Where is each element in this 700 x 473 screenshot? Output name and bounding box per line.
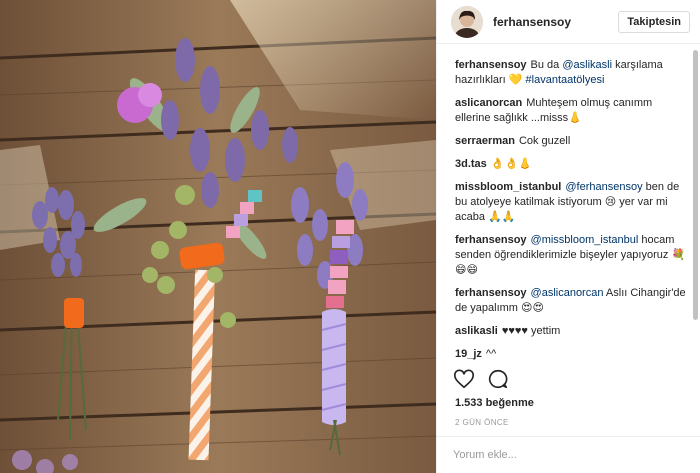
- comment-item: ferhansensoy @aslicanorcan Aslıı Cihangir…: [455, 286, 690, 316]
- scrollbar-thumb[interactable]: [693, 50, 698, 320]
- user-mention-link[interactable]: @ferhansensoy: [565, 181, 642, 193]
- user-mention-link[interactable]: @aslicanorcan: [531, 287, 604, 299]
- add-comment-bar: [437, 436, 700, 473]
- comments-scrollbar[interactable]: [693, 50, 698, 360]
- post-header: ferhansensoy Takiptesin: [437, 0, 700, 44]
- post-author-username[interactable]: ferhansensoy: [493, 15, 618, 29]
- lavender-bouquets-image: [0, 0, 436, 473]
- comment-text: ^^: [485, 348, 497, 360]
- comment-username[interactable]: serraerman: [455, 135, 515, 147]
- comments-list: ferhansensoy Bu da @aslikasli karşılama h…: [437, 58, 700, 366]
- post-side-panel: ferhansensoy Takiptesin ferhansensoy Bu d…: [436, 0, 700, 473]
- comment-username[interactable]: ferhansensoy: [455, 59, 527, 71]
- user-mention-link[interactable]: @aslikasli: [562, 59, 612, 71]
- comment-text: Cok guzell: [518, 135, 571, 147]
- comment-item: serraerman Cok guzell: [455, 134, 690, 149]
- comment-username[interactable]: aslikasli: [455, 325, 498, 337]
- comment-input[interactable]: [451, 448, 675, 462]
- comment-item: aslicanorcan Muhteşem olmuş canımm elleri…: [455, 96, 690, 126]
- comment-item: ferhansensoy Bu da @aslikasli karşılama h…: [455, 58, 690, 88]
- comment-text: 👌👌👃: [490, 158, 532, 170]
- post-actions: [453, 368, 509, 390]
- user-mention-link[interactable]: @missbloom_istanbul: [531, 234, 639, 246]
- comment-username[interactable]: aslicanorcan: [455, 97, 522, 109]
- comment-item: 3d.tas 👌👌👃: [455, 157, 690, 172]
- comment-username[interactable]: 19_jz: [455, 348, 482, 360]
- instagram-post: ferhansensoy Takiptesin ferhansensoy Bu d…: [0, 0, 700, 473]
- comment-text: Bu da: [530, 59, 563, 71]
- profile-photo-icon: [451, 5, 483, 38]
- post-photo[interactable]: [0, 0, 436, 473]
- comment-username[interactable]: ferhansensoy: [455, 234, 527, 246]
- like-count[interactable]: 1.533 beğenme: [455, 397, 534, 409]
- hashtag-link[interactable]: #lavantaatölyesi: [526, 74, 605, 86]
- post-date: 2 GÜN ÖNCE: [455, 418, 509, 427]
- comment-item: missbloom_istanbul @ferhansensoy ben de b…: [455, 180, 690, 225]
- comment-username[interactable]: 3d.tas: [455, 158, 487, 170]
- comment-username[interactable]: ferhansensoy: [455, 287, 527, 299]
- heart-icon[interactable]: [453, 368, 475, 390]
- avatar[interactable]: [451, 5, 483, 38]
- comment-item: aslikasli ♥♥♥♥ yettim: [455, 324, 690, 339]
- following-button[interactable]: Takiptesin: [618, 10, 690, 33]
- comment-item: 19_jz ^^: [455, 347, 690, 362]
- comment-item: ferhansensoy @missbloom_istanbul hocam se…: [455, 233, 690, 278]
- comment-username[interactable]: missbloom_istanbul: [455, 181, 561, 193]
- comment-text: ♥♥♥♥ yettim: [501, 325, 561, 337]
- speech-bubble-icon[interactable]: [487, 368, 509, 390]
